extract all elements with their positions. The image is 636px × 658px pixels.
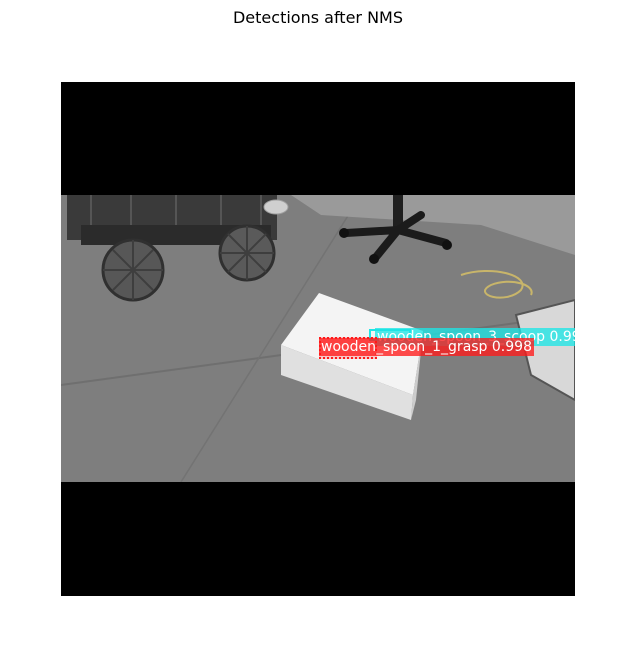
chair-caster [339, 228, 349, 238]
image-frame: wooden_spoon_3_scoop 0.996 wooden_spoon_… [61, 82, 575, 596]
tape-roll [263, 199, 289, 215]
detection-label-grasp: wooden_spoon_1_grasp 0.998 [319, 338, 534, 356]
chair-caster [369, 254, 379, 264]
camera-scene: wooden_spoon_3_scoop 0.996 wooden_spoon_… [61, 195, 575, 482]
wheel-rollers [220, 226, 274, 280]
figure-title: Detections after NMS [232, 8, 403, 27]
chair-caster [442, 240, 452, 250]
